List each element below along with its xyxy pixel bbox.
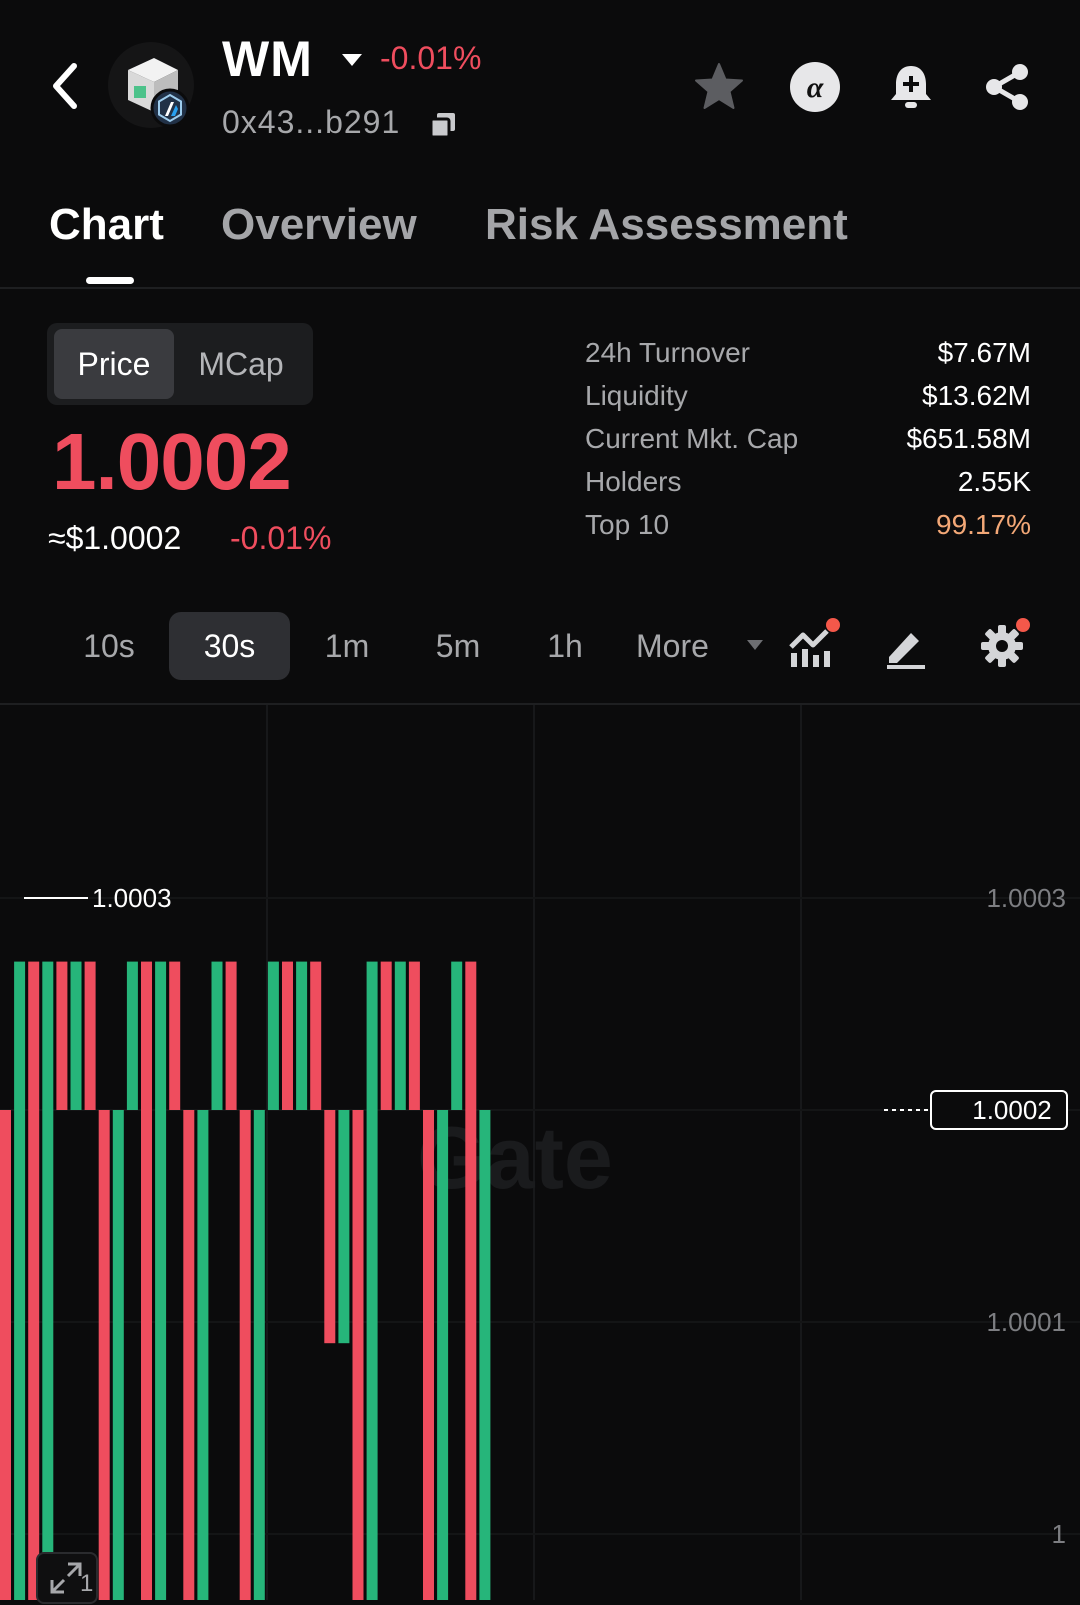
stat-value-holders: 2.55K	[957, 466, 1031, 497]
candle	[112, 1110, 124, 1605]
candle	[338, 1110, 350, 1344]
stat-value-mktcap: $651.58M	[906, 423, 1031, 454]
candle	[84, 961, 96, 1110]
back-button[interactable]	[44, 58, 88, 114]
indicators-button[interactable]	[784, 618, 840, 674]
candle	[211, 961, 223, 1110]
candle	[98, 1110, 110, 1605]
draw-icon	[887, 633, 925, 669]
share-icon	[986, 64, 1028, 110]
indicators-notification-dot	[826, 618, 840, 632]
usd-price: ≈$1.0002	[48, 520, 182, 556]
candle	[324, 1110, 336, 1344]
favorite-button[interactable]	[690, 58, 748, 116]
y-axis-tick-label: 1.0003	[986, 883, 1066, 913]
candle	[197, 1110, 209, 1605]
candle	[408, 961, 420, 1110]
candle	[253, 1110, 265, 1605]
chart-settings-button[interactable]	[974, 618, 1030, 674]
timeframe-1h[interactable]: 1h	[524, 612, 606, 680]
header-change: -0.01%	[380, 40, 482, 76]
candle	[479, 1110, 491, 1605]
back-icon	[53, 63, 77, 109]
settings-notification-dot	[1016, 618, 1030, 632]
tab-active-indicator	[86, 277, 134, 284]
stat-label-turnover: 24h Turnover	[585, 337, 750, 368]
y-axis-tick-label: 1.0001	[986, 1307, 1066, 1337]
candle	[225, 961, 237, 1110]
candle	[465, 961, 477, 1605]
timeframe-1m[interactable]: 1m	[304, 612, 390, 680]
corner-label: 1	[80, 1570, 94, 1597]
candle	[394, 961, 406, 1110]
candle	[352, 1110, 364, 1605]
candle	[28, 961, 40, 1605]
high-marker-label: 1.0003	[92, 883, 172, 913]
candle	[282, 961, 293, 1110]
candle	[0, 1110, 11, 1605]
copy-button[interactable]	[428, 110, 458, 140]
stat-label-mktcap: Current Mkt. Cap	[585, 423, 799, 454]
toggle-price[interactable]: Price	[54, 329, 174, 399]
timeframe-10s[interactable]: 10s	[64, 612, 154, 680]
candle	[423, 1110, 434, 1605]
tabs-divider	[0, 287, 1080, 289]
candle	[42, 961, 54, 1605]
star-icon	[695, 63, 743, 109]
timeframe-more[interactable]: More	[636, 612, 736, 680]
current-price-label: 1.0002	[972, 1095, 1052, 1125]
stat-label-liquidity: Liquidity	[585, 380, 688, 411]
contract-address: 0x43...b291	[222, 104, 401, 140]
candle	[380, 961, 392, 1110]
candlestick-chart[interactable]: Gate 1.0003 1.0001 1 1.0003 1.0002	[0, 705, 1080, 1605]
timeframe-30s[interactable]: 30s	[169, 612, 290, 680]
stat-label-top10: Top 10	[585, 509, 670, 540]
candle	[239, 1110, 251, 1605]
y-axis-tick-label: 1	[1052, 1519, 1066, 1549]
arbitrum-badge-icon	[150, 88, 190, 128]
candle	[70, 961, 82, 1110]
alpha-icon: α	[790, 62, 840, 112]
more-caret-icon	[746, 638, 764, 656]
caret-down-icon[interactable]	[340, 52, 364, 73]
stat-value-turnover: $7.67M	[937, 337, 1031, 368]
tab-risk-assessment[interactable]: Risk Assessment	[485, 200, 848, 250]
candle	[267, 961, 279, 1110]
tab-chart[interactable]: Chart	[49, 200, 164, 250]
candle	[126, 961, 138, 1110]
candle	[155, 961, 167, 1605]
share-button[interactable]	[978, 58, 1036, 116]
candle	[451, 961, 463, 1110]
stat-value-liquidity: $13.62M	[922, 380, 1031, 411]
price-change: -0.01%	[230, 520, 332, 556]
toggle-mcap[interactable]: MCap	[178, 329, 304, 399]
svg-text:α: α	[807, 71, 824, 104]
candle	[310, 961, 322, 1110]
price-alert-button[interactable]	[882, 58, 940, 116]
bell-plus-icon	[891, 66, 931, 108]
timeframe-5m[interactable]: 5m	[412, 612, 504, 680]
candle	[296, 961, 308, 1110]
stat-label-holders: Holders	[585, 466, 682, 497]
candle	[56, 961, 68, 1110]
candle	[366, 961, 378, 1605]
stat-value-top10: 99.17%	[936, 509, 1031, 540]
candle	[169, 961, 181, 1110]
tab-overview[interactable]: Overview	[221, 200, 417, 250]
candle	[183, 1110, 195, 1605]
candle	[14, 961, 26, 1605]
draw-button[interactable]	[878, 618, 934, 674]
copy-icon	[429, 113, 455, 139]
token-symbol[interactable]: WM	[222, 30, 313, 88]
alpha-button[interactable]: α	[786, 58, 844, 116]
candle	[437, 1110, 449, 1605]
current-price: 1.0002	[52, 417, 292, 506]
candle	[141, 961, 152, 1605]
